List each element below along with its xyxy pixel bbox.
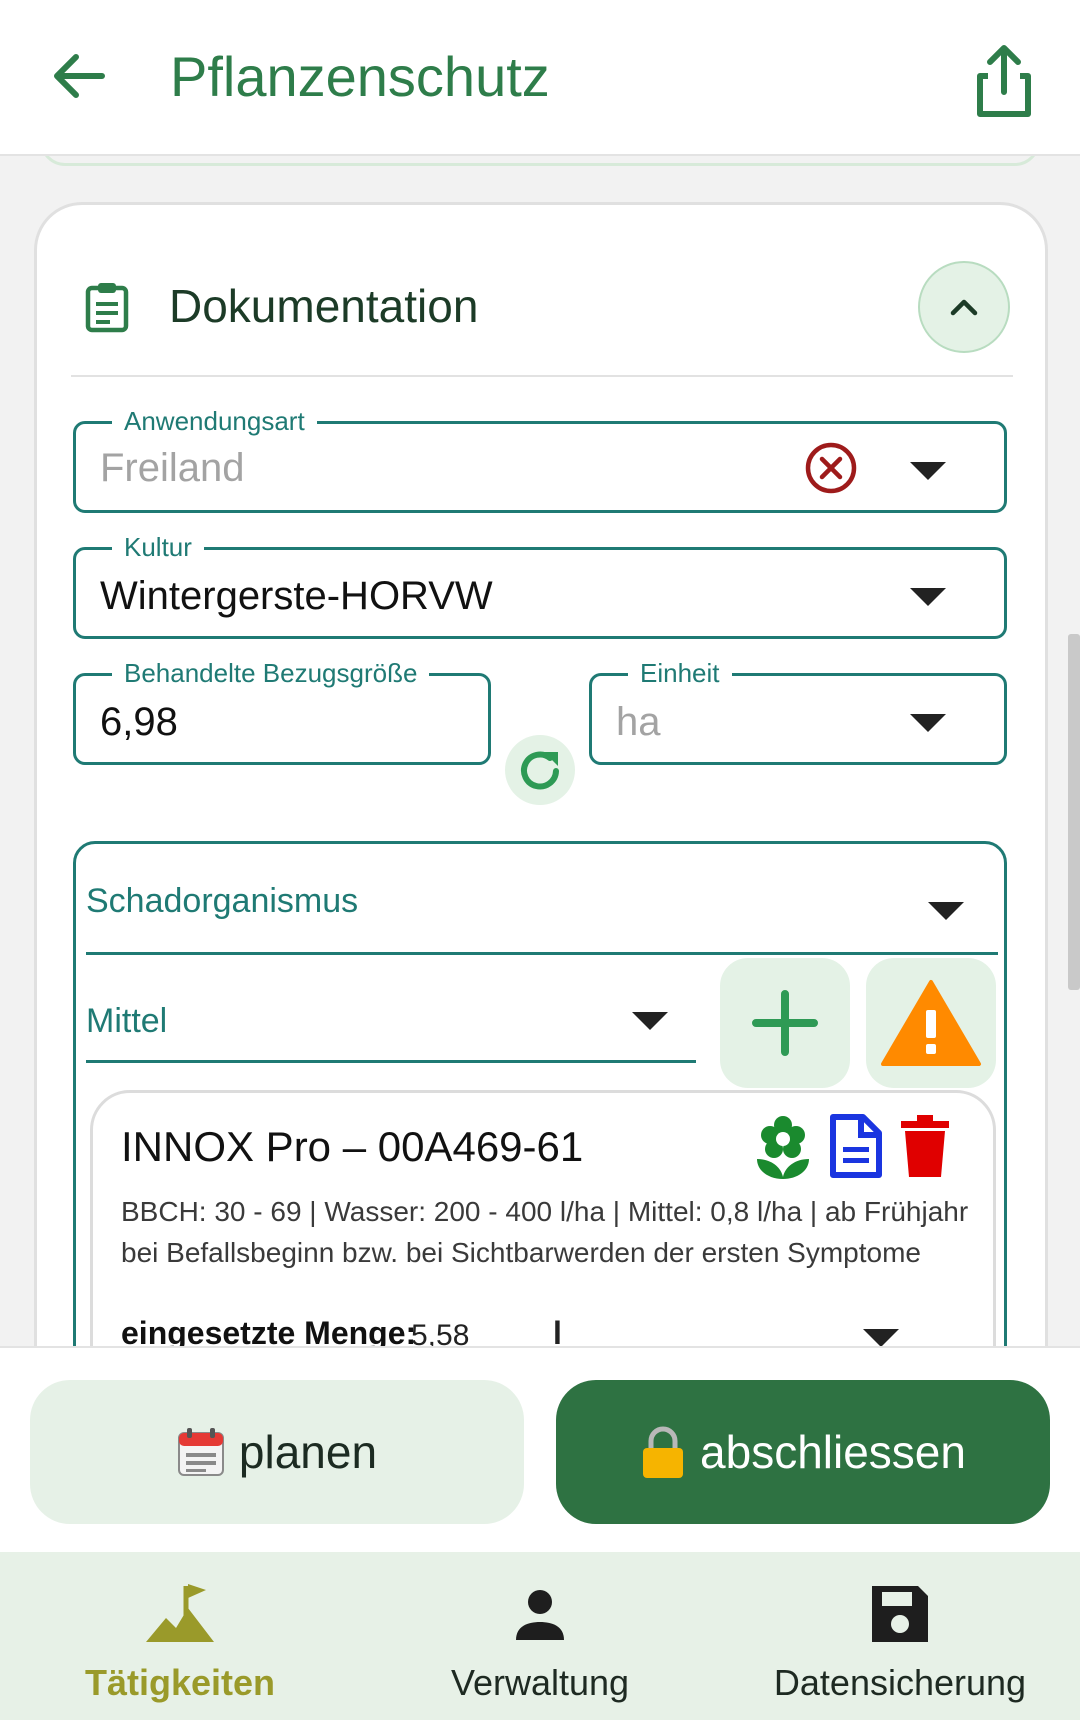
clear-icon[interactable] [804, 441, 858, 495]
back-button[interactable] [44, 40, 116, 112]
divider [71, 375, 1013, 377]
nav-item-taetigkeiten[interactable]: Tätigkeiten [30, 1572, 330, 1712]
app-bar: Pflanzenschutz [0, 0, 1080, 156]
calendar-icon [177, 1428, 224, 1476]
previous-card [40, 156, 1040, 166]
anwendungsart-label: Anwendungsart [112, 406, 317, 436]
nav-label: Verwaltung [450, 1662, 630, 1703]
dropdown-arrow-icon[interactable] [910, 714, 946, 732]
einheit-field[interactable]: Einheit ha [589, 658, 1007, 765]
add-mittel-button[interactable] [720, 958, 850, 1088]
collapse-button[interactable] [918, 261, 1010, 353]
clipboard-icon [85, 283, 129, 333]
schadorganismus-mittel-box: Schadorganismus Mittel INNOX Pro – 00A46… [73, 841, 1007, 1346]
section-title: Dokumentation [169, 280, 479, 332]
product-description: BBCH: 30 - 69 | Wasser: 200 - 400 l/ha |… [121, 1196, 969, 1268]
nav-label: Datensicherung [773, 1662, 1027, 1703]
bottom-navigation: Tätigkeiten Verwaltung Datensicherung [0, 1552, 1080, 1720]
action-bar: planen abschliessen [0, 1346, 1080, 1552]
quantity-label: eingesetzte Menge: [121, 1315, 417, 1346]
flower-icon[interactable] [753, 1113, 813, 1179]
product-card: INNOX Pro – 00A469-61 BBCH: 30 - 69 | Wa… [90, 1090, 996, 1346]
plan-button[interactable]: planen [30, 1380, 524, 1524]
warning-icon [881, 980, 981, 1066]
nav-label: Tätigkeiten [84, 1662, 276, 1703]
documentation-card: Dokumentation Anwendungsart Freiland Kul… [34, 202, 1048, 1346]
schadorganismus-select[interactable]: Schadorganismus [86, 882, 358, 921]
scrollbar[interactable] [1068, 634, 1080, 990]
dropdown-arrow-icon[interactable] [910, 588, 946, 606]
quantity-unit: l [553, 1315, 562, 1346]
quantity-input[interactable]: 5,58 [411, 1319, 469, 1346]
einheit-label: Einheit [628, 658, 732, 688]
plus-icon [752, 990, 818, 1056]
dropdown-arrow-icon[interactable] [910, 462, 946, 480]
product-name: INNOX Pro – 00A469-61 [121, 1123, 584, 1170]
chevron-up-icon [950, 299, 978, 316]
close-button[interactable]: abschliessen [556, 1380, 1050, 1524]
nav-item-datensicherung[interactable]: Datensicherung [750, 1572, 1050, 1712]
dropdown-arrow-icon[interactable] [863, 1329, 899, 1346]
einheit-value: ha [616, 700, 661, 744]
document-icon[interactable] [825, 1113, 885, 1179]
bezugsgroesse-label: Behandelte Bezugsgröße [112, 658, 430, 688]
anwendungsart-field[interactable]: Anwendungsart Freiland [73, 406, 1007, 513]
close-label: abschliessen [700, 1426, 966, 1478]
person-icon [516, 1590, 564, 1640]
plan-label: planen [238, 1426, 378, 1478]
dropdown-arrow-icon[interactable] [632, 1012, 668, 1030]
page-title: Pflanzenschutz [170, 45, 550, 108]
save-icon [872, 1586, 928, 1642]
bezugsgroesse-value: 6,98 [100, 700, 178, 744]
mittel-underline [86, 1060, 696, 1063]
arrow-left-icon [54, 54, 105, 98]
content-area[interactable]: Dokumentation Anwendungsart Freiland Kul… [0, 156, 1080, 1346]
lock-icon [643, 1426, 684, 1478]
refresh-icon [521, 751, 559, 790]
anwendungsart-value: Freiland [100, 446, 245, 490]
share-button[interactable] [968, 40, 1040, 120]
kultur-label: Kultur [112, 532, 204, 562]
share-icon [977, 45, 1031, 117]
trash-icon[interactable] [895, 1113, 955, 1179]
warning-button[interactable] [866, 958, 996, 1088]
schadorganismus-underline [86, 952, 998, 955]
bezugsgroesse-field[interactable]: Behandelte Bezugsgröße 6,98 [73, 658, 491, 765]
refresh-button[interactable] [505, 735, 575, 805]
dropdown-arrow-icon[interactable] [928, 902, 964, 920]
terrain-flag-icon [146, 1584, 214, 1642]
nav-item-verwaltung[interactable]: Verwaltung [390, 1572, 690, 1712]
mittel-select[interactable]: Mittel [86, 1002, 167, 1041]
kultur-field[interactable]: Kultur Wintergerste-HORVW [73, 532, 1007, 639]
kultur-value: Wintergerste-HORVW [100, 574, 493, 618]
